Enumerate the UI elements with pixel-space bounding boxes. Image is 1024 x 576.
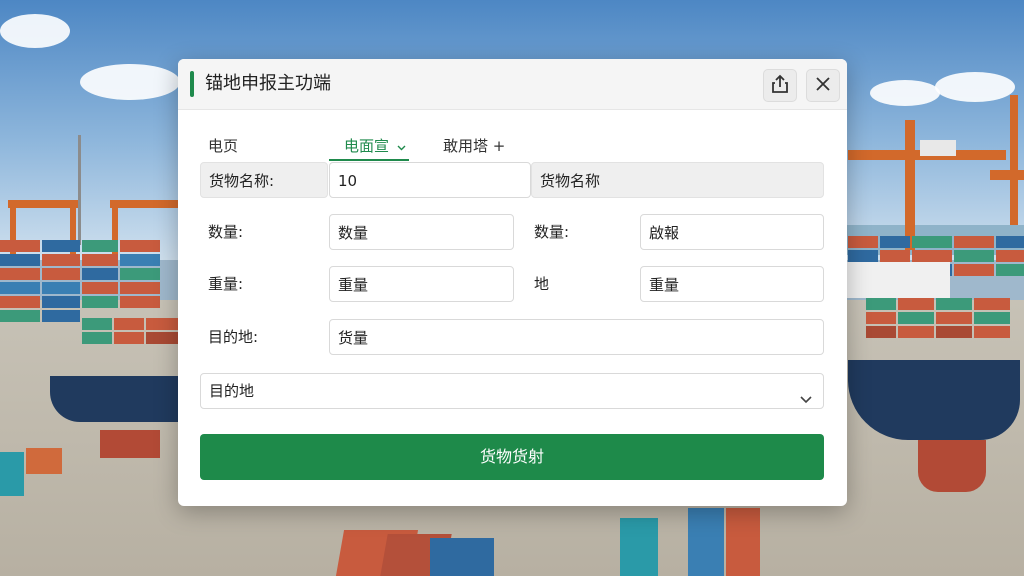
container <box>430 538 494 576</box>
truck-container <box>26 448 62 474</box>
share-button[interactable] <box>763 69 797 102</box>
tab-active[interactable]: 电面宣 <box>344 135 406 156</box>
cloud <box>870 80 940 106</box>
truck <box>620 518 658 576</box>
close-icon <box>815 76 831 96</box>
ship-keel <box>918 440 986 492</box>
ship-cargo <box>866 298 1010 338</box>
quantity-label-2: 数量: <box>534 223 570 241</box>
tab-bar: 电页 电面宣 敢用塔 + <box>178 127 847 163</box>
title-bar: 锚地申报主功端 <box>178 59 847 110</box>
quantity-label: 数量: <box>208 223 244 241</box>
cargo-name-input[interactable]: 10 <box>329 162 531 198</box>
weight-label: 重量: <box>208 275 244 293</box>
declaration-dialog: 锚地申报主功端 电页 电面宣 敢用塔 + 货物名称: 10 货物名称 数量: 数… <box>178 59 847 506</box>
dialog-title: 锚地申报主功端 <box>205 73 331 94</box>
tab-label: 电面宣 <box>344 137 390 155</box>
ship-hull <box>848 360 1020 440</box>
title-accent-bar <box>190 71 194 97</box>
cloud <box>80 64 180 100</box>
share-icon <box>771 74 789 98</box>
tab-label: 敢用塔 <box>443 137 489 155</box>
tab-third[interactable]: 敢用塔 + <box>443 135 505 156</box>
select-value: 目的地 <box>209 382 255 400</box>
destination-label: 目的地: <box>208 328 259 346</box>
gantry-crane <box>905 120 915 250</box>
active-tab-indicator <box>329 159 409 161</box>
destination-select[interactable]: 目的地 <box>200 373 824 409</box>
container-stack <box>0 240 160 322</box>
cloud <box>0 14 70 48</box>
gantry-crane <box>990 170 1024 180</box>
ship-bridge <box>840 262 950 298</box>
location-label: 地 <box>534 275 550 293</box>
container <box>688 508 724 576</box>
plus-icon: + <box>492 137 506 155</box>
chevron-down-icon <box>397 143 406 154</box>
container <box>726 508 760 576</box>
ship-hull <box>50 376 178 422</box>
ship-cargo <box>82 318 180 344</box>
destination-input[interactable]: 货量 <box>329 319 824 355</box>
light-pole <box>78 135 81 245</box>
cloud <box>935 72 1015 102</box>
cargo-name-label: 货物名称: <box>200 162 328 198</box>
gantry-crane <box>8 200 78 208</box>
tab-home[interactable]: 电页 <box>208 135 238 156</box>
weight-input[interactable]: 重量 <box>329 266 514 302</box>
quantity-input-2[interactable]: 啟報 <box>640 214 824 250</box>
crane-cabin <box>920 140 956 156</box>
weight-input-2[interactable]: 重量 <box>640 266 824 302</box>
close-button[interactable] <box>806 69 840 102</box>
truck <box>0 452 24 496</box>
tab-label: 电页 <box>208 137 239 155</box>
gantry-crane <box>110 200 178 208</box>
quantity-input[interactable]: 数量 <box>329 214 514 250</box>
chevron-down-icon <box>799 383 813 417</box>
gantry-crane <box>1010 95 1018 225</box>
cargo-name-field-2[interactable]: 货物名称 <box>531 162 824 198</box>
submit-button[interactable]: 货物货射 <box>200 434 824 480</box>
ship-keel <box>100 430 160 458</box>
